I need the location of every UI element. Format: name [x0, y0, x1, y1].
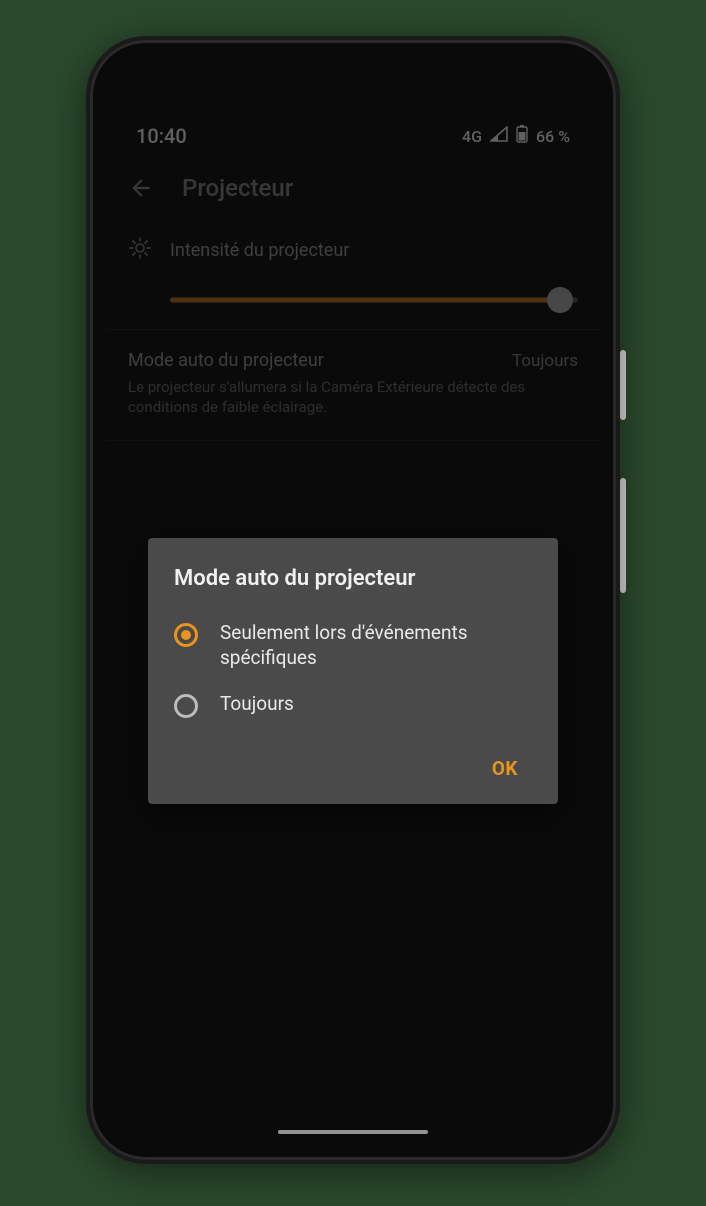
ok-button[interactable]: OK: [478, 747, 532, 790]
dialog-actions: OK: [174, 747, 532, 790]
slider-thumb[interactable]: [547, 287, 573, 313]
status-bar: 10:40 4G 66 %: [106, 100, 600, 160]
brightness-icon: [128, 236, 152, 265]
page-title: Projecteur: [182, 174, 293, 202]
mode-description: Le projecteur s'allumera si la Caméra Ex…: [128, 377, 578, 418]
status-network-label: 4G: [462, 127, 482, 146]
mode-value: Toujours: [512, 351, 578, 371]
slider-track: [170, 298, 578, 303]
status-battery-percent: 66 %: [536, 127, 570, 146]
back-icon[interactable]: [128, 175, 154, 201]
phone-power-button: [620, 350, 626, 420]
dialog-option-label: Toujours: [220, 692, 532, 717]
mode-label: Mode auto du projecteur: [128, 350, 324, 371]
battery-icon: [516, 125, 528, 147]
mode-dialog: Mode auto du projecteur Seulement lors d…: [148, 538, 558, 804]
nav-bar-handle[interactable]: [278, 1130, 428, 1134]
mode-section[interactable]: Mode auto du projecteur Toujours Le proj…: [106, 330, 600, 441]
phone-volume-button: [620, 478, 626, 593]
radio-icon: [174, 694, 198, 718]
phone-frame: 10:40 4G 66 % Projecteur: [86, 36, 620, 1164]
dialog-option-always[interactable]: Toujours: [174, 684, 532, 725]
app-screen: 10:40 4G 66 % Projecteur: [106, 100, 600, 1142]
status-right: 4G 66 %: [462, 125, 570, 147]
app-header: Projecteur: [106, 160, 600, 220]
intensity-slider[interactable]: [170, 287, 578, 313]
dialog-option-specific-events[interactable]: Seulement lors d'événements spécifiques: [174, 613, 532, 678]
signal-icon: [490, 126, 508, 146]
dialog-option-label: Seulement lors d'événements spécifiques: [220, 621, 532, 670]
radio-icon: [174, 623, 198, 647]
status-time: 10:40: [136, 124, 187, 148]
intensity-label: Intensité du projecteur: [170, 240, 349, 261]
intensity-section: Intensité du projecteur: [106, 220, 600, 330]
dialog-title: Mode auto du projecteur: [174, 566, 532, 591]
